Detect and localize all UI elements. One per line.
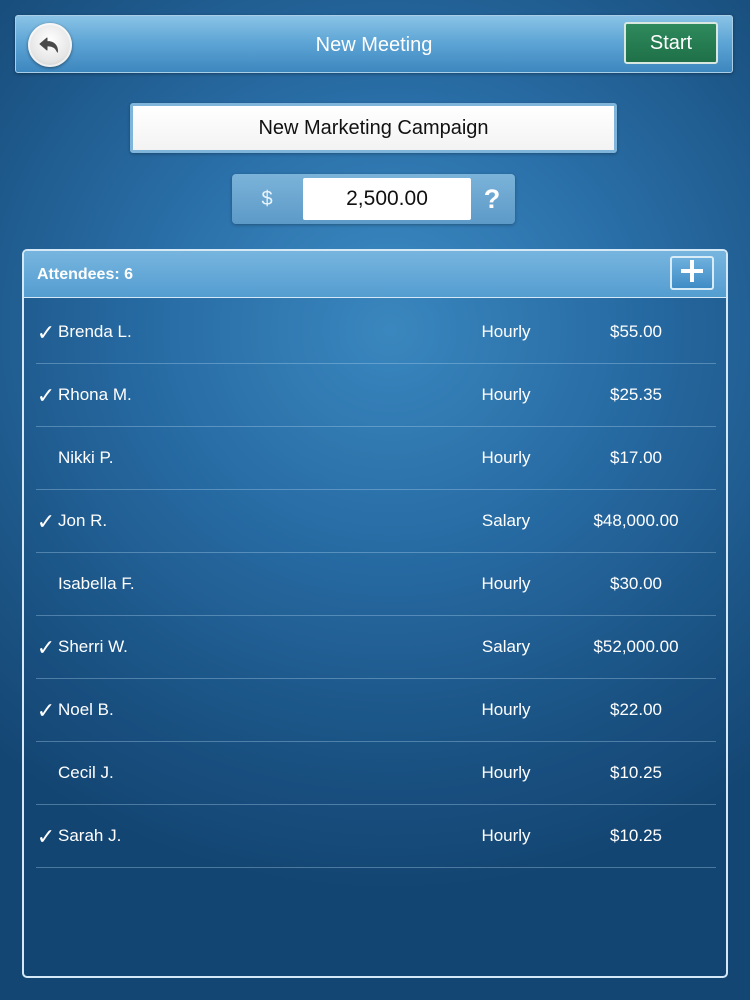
attendees-count-label: Attendees: 6: [37, 266, 134, 283]
attendee-row[interactable]: Isabella F. Hourly $30.00: [36, 553, 716, 616]
attendee-row[interactable]: ✓ Sarah J. Hourly $10.25: [36, 805, 716, 868]
checkmark-icon: ✓: [36, 509, 56, 534]
back-arrow-icon: [37, 32, 63, 58]
checkmark-icon: [36, 427, 56, 489]
pay-rate: $25.35: [610, 385, 662, 404]
pay-rate: $52,000.00: [593, 637, 679, 656]
budget-row: $ 2,500.00 ?: [232, 174, 515, 224]
attendee-row[interactable]: Nikki P. Hourly $17.00: [36, 427, 716, 490]
attendee-name: Noel B.: [58, 700, 114, 719]
back-button[interactable]: [28, 23, 72, 67]
plus-icon: [679, 258, 705, 289]
pay-type: Hourly: [481, 763, 531, 782]
help-button[interactable]: ?: [475, 174, 509, 224]
attendee-name: Sarah J.: [58, 826, 122, 845]
attendee-name: Jon R.: [58, 511, 108, 530]
attendee-list: ✓ Brenda L. Hourly $55.00 ✓ Rhona M. Hou…: [36, 301, 716, 868]
pay-rate: $10.25: [610, 763, 662, 782]
attendee-name: Nikki P.: [58, 448, 114, 467]
attendees-panel: Attendees: 6 ✓ Brenda L. Hourly $55.00 ✓…: [22, 249, 728, 978]
start-button[interactable]: Start: [624, 22, 718, 64]
attendee-row[interactable]: ✓ Sherri W. Salary $52,000.00: [36, 616, 716, 679]
pay-rate: $55.00: [610, 322, 662, 341]
checkmark-icon: ✓: [36, 383, 56, 408]
pay-rate: $10.25: [610, 826, 662, 845]
checkmark-icon: ✓: [36, 320, 56, 345]
checkmark-icon: [36, 742, 56, 804]
attendee-row[interactable]: ✓ Brenda L. Hourly $55.00: [36, 301, 716, 364]
pay-type: Salary: [481, 511, 531, 530]
attendee-name: Brenda L.: [58, 322, 132, 341]
pay-type: Hourly: [481, 322, 531, 341]
pay-rate: $30.00: [610, 574, 662, 593]
budget-input[interactable]: 2,500.00: [303, 178, 471, 220]
add-attendee-button[interactable]: [670, 256, 714, 290]
pay-type: Hourly: [481, 385, 531, 404]
attendee-row[interactable]: Cecil J. Hourly $10.25: [36, 742, 716, 805]
checkmark-icon: ✓: [36, 698, 56, 723]
pay-rate: $48,000.00: [593, 511, 679, 530]
attendee-name: Isabella F.: [58, 574, 135, 593]
attendee-name: Rhona M.: [58, 385, 132, 404]
currency-symbol: $: [261, 188, 273, 210]
pay-rate: $17.00: [610, 448, 662, 467]
attendee-name: Cecil J.: [58, 763, 114, 782]
pay-type: Salary: [481, 637, 531, 656]
pay-type: Hourly: [481, 448, 531, 467]
nav-bar: New Meeting Start: [15, 15, 733, 73]
attendee-row[interactable]: ✓ Rhona M. Hourly $25.35: [36, 364, 716, 427]
pay-type: Hourly: [481, 574, 531, 593]
meeting-name-field[interactable]: New Marketing Campaign: [130, 103, 617, 153]
checkmark-icon: ✓: [36, 635, 56, 660]
checkmark-icon: ✓: [36, 824, 56, 849]
pay-rate: $22.00: [610, 700, 662, 719]
attendees-header: Attendees: 6: [24, 251, 726, 298]
attendee-row[interactable]: ✓ Noel B. Hourly $22.00: [36, 679, 716, 742]
checkmark-icon: [36, 553, 56, 615]
attendee-name: Sherri W.: [58, 637, 128, 656]
pay-type: Hourly: [481, 700, 531, 719]
pay-type: Hourly: [481, 826, 531, 845]
attendee-row[interactable]: ✓ Jon R. Salary $48,000.00: [36, 490, 716, 553]
